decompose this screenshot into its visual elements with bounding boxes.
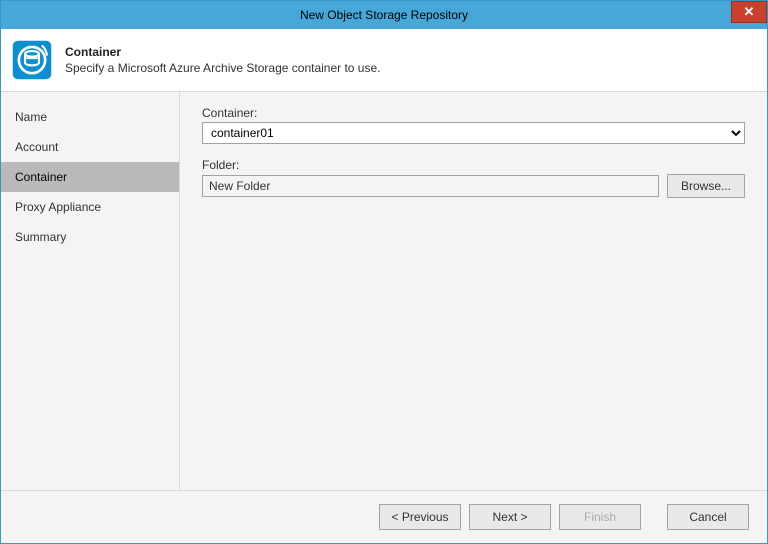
step-account[interactable]: Account (1, 132, 179, 162)
cancel-button[interactable]: Cancel (667, 504, 749, 530)
previous-button[interactable]: < Previous (379, 504, 461, 530)
step-proxy-appliance[interactable]: Proxy Appliance (1, 192, 179, 222)
browse-button[interactable]: Browse... (667, 174, 745, 198)
close-button[interactable]: ✕ (731, 1, 767, 23)
wizard-content: Container: container01 Folder: New Folde… (180, 92, 767, 490)
window-title: New Object Storage Repository (1, 8, 767, 22)
finish-button: Finish (559, 504, 641, 530)
titlebar: New Object Storage Repository ✕ (1, 1, 767, 29)
container-label: Container: (202, 106, 745, 120)
step-name[interactable]: Name (1, 102, 179, 132)
step-container[interactable]: Container (1, 162, 179, 192)
container-select[interactable]: container01 (202, 122, 745, 144)
header-subtitle: Specify a Microsoft Azure Archive Storag… (65, 61, 381, 75)
repository-icon (11, 39, 53, 81)
folder-label: Folder: (202, 158, 745, 172)
wizard-body: Name Account Container Proxy Appliance S… (1, 92, 767, 490)
wizard-footer: < Previous Next > Finish Cancel (1, 490, 767, 543)
wizard-header: Container Specify a Microsoft Azure Arch… (1, 29, 767, 92)
close-icon: ✕ (744, 4, 755, 20)
header-title: Container (65, 45, 381, 59)
folder-value: New Folder (209, 179, 270, 193)
folder-input[interactable]: New Folder (202, 175, 659, 197)
header-text: Container Specify a Microsoft Azure Arch… (65, 45, 381, 75)
wizard-window: New Object Storage Repository ✕ Containe… (0, 0, 768, 544)
wizard-steps-sidebar: Name Account Container Proxy Appliance S… (1, 92, 180, 490)
step-summary[interactable]: Summary (1, 222, 179, 252)
next-button[interactable]: Next > (469, 504, 551, 530)
